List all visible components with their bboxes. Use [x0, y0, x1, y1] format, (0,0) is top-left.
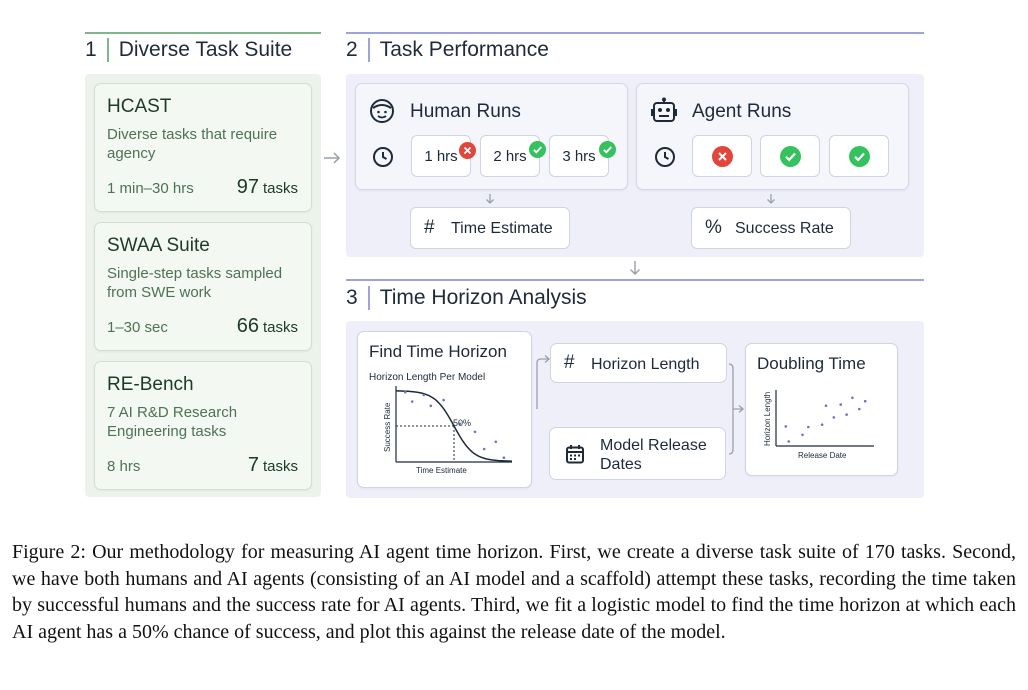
- data-point: [410, 400, 414, 403]
- section1-divider: [106, 38, 109, 62]
- time-estimate-box: # Time Estimate: [410, 207, 570, 249]
- horizon-length-box: # Horizon Length: [550, 343, 727, 383]
- clock-icon: [655, 147, 675, 167]
- success-check-icon: [599, 141, 616, 158]
- data-point: [845, 413, 848, 416]
- task-card-count: 7 tasks: [247, 454, 298, 476]
- success-check-icon: [848, 145, 870, 167]
- data-point: [820, 423, 824, 426]
- merge-bracket-arrow: [728, 363, 744, 455]
- connector-arrow: [536, 355, 550, 409]
- task-card-count: 66 tasks: [236, 315, 298, 337]
- section3-rule: [346, 279, 924, 281]
- figure-caption: Figure 2: Our methodology for measuring …: [12, 541, 1016, 643]
- data-point: [832, 416, 836, 419]
- human-runs-title: Human Runs: [410, 101, 521, 122]
- task-card-title: SWAA Suite: [107, 235, 210, 256]
- section3-title: Time Horizon Analysis: [379, 286, 587, 309]
- fifty-percent-label: 50%: [453, 418, 471, 428]
- data-point: [851, 396, 854, 400]
- hash-icon: #: [564, 352, 575, 373]
- doubling-time-chart: Horizon Length Release Date: [763, 390, 874, 460]
- data-point: [858, 407, 861, 411]
- arrow-down-icon: [767, 194, 775, 204]
- arrow-right-icon: [324, 152, 341, 164]
- agent-run-chip: [692, 135, 752, 177]
- data-point: [839, 403, 842, 406]
- hash-icon: #: [424, 217, 435, 238]
- fail-x-icon: [711, 145, 733, 167]
- doubling-time-title: Doubling Time: [757, 354, 866, 373]
- x-axis-label: Release Date: [798, 451, 847, 460]
- x-axis-label: Time Estimate: [416, 466, 467, 475]
- task-card-rebench: RE-Bench 7 AI R&D Research Engineering t…: [94, 361, 312, 490]
- data-point: [801, 433, 804, 437]
- agent-runs-title: Agent Runs: [692, 101, 792, 122]
- task-card-swaa: SWAA Suite Single-step tasks sampled fro…: [94, 222, 312, 351]
- data-point: [494, 440, 498, 444]
- task-card-description: Single-step tasks sampled from SWE work: [107, 265, 283, 301]
- section1-header: 1 Diverse Task Suite: [85, 38, 292, 62]
- data-point: [442, 398, 445, 402]
- clock-icon: [373, 147, 393, 167]
- find-time-horizon-title: Find Time Horizon: [369, 342, 507, 361]
- y-axis-label: Success Rate: [383, 402, 392, 452]
- section1-title: Diverse Task Suite: [118, 38, 293, 61]
- section2-header: 2 Task Performance: [346, 38, 549, 62]
- model-release-dates-box: Model Release Dates: [549, 427, 726, 480]
- data-point: [784, 425, 788, 428]
- task-card-duration: 1 min–30 hrs: [107, 180, 194, 197]
- task-card-description: Diverse tasks that require agency: [107, 126, 278, 162]
- task-card-title: HCAST: [107, 96, 172, 117]
- chart-title: Horizon Length Per Model: [369, 372, 485, 383]
- section3-number: 3: [346, 286, 358, 309]
- data-point: [807, 425, 810, 429]
- data-point: [863, 399, 867, 403]
- data-point: [404, 390, 407, 394]
- section3-header: 3 Time Horizon Analysis: [346, 286, 587, 310]
- horizon-length-label: Horizon Length: [591, 356, 700, 373]
- task-card-description: 7 AI R&D Research Engineering tasks: [107, 404, 238, 440]
- section2-title: Task Performance: [379, 38, 549, 61]
- section2-rule: [346, 32, 924, 34]
- section1-rule: [85, 32, 321, 34]
- task-card-count: 97 tasks: [236, 176, 298, 198]
- logistic-fit-chart: Horizon Length Per Model Success Rate Ti…: [369, 372, 512, 475]
- robot-icon: [651, 97, 677, 122]
- success-rate-label: Success Rate: [735, 220, 834, 237]
- data-point: [824, 404, 828, 407]
- arrow-down-icon: [630, 261, 640, 275]
- success-rate-box: % Success Rate: [691, 207, 851, 249]
- percent-icon: %: [705, 217, 722, 238]
- data-point: [473, 430, 477, 434]
- y-axis-label: Horizon Length: [763, 392, 772, 446]
- data-point: [429, 404, 433, 408]
- section1-number: 1: [85, 38, 97, 61]
- arrow-down-icon: [486, 194, 494, 204]
- task-card-duration: 8 hrs: [107, 458, 141, 475]
- data-point: [422, 393, 426, 397]
- model-release-dates-label: Model Release Dates: [600, 437, 707, 473]
- section3-divider: [367, 286, 370, 310]
- smiley-face-icon: [370, 99, 394, 123]
- data-point: [787, 440, 790, 443]
- fail-x-icon: [459, 142, 476, 159]
- section2-number: 2: [346, 38, 358, 61]
- time-estimate-label: Time Estimate: [451, 220, 553, 237]
- data-point: [502, 456, 506, 459]
- success-check-icon: [779, 145, 801, 167]
- calendar-icon: [566, 445, 584, 464]
- section2-divider: [367, 38, 370, 62]
- task-card-duration: 1–30 sec: [107, 319, 168, 336]
- task-card-hcast: HCAST Diverse tasks that require agency …: [94, 83, 312, 212]
- data-point: [482, 447, 486, 451]
- task-card-title: RE-Bench: [107, 374, 194, 395]
- success-check-icon: [529, 141, 546, 158]
- agent-run-chip: [829, 135, 889, 177]
- agent-run-chip: [760, 135, 820, 177]
